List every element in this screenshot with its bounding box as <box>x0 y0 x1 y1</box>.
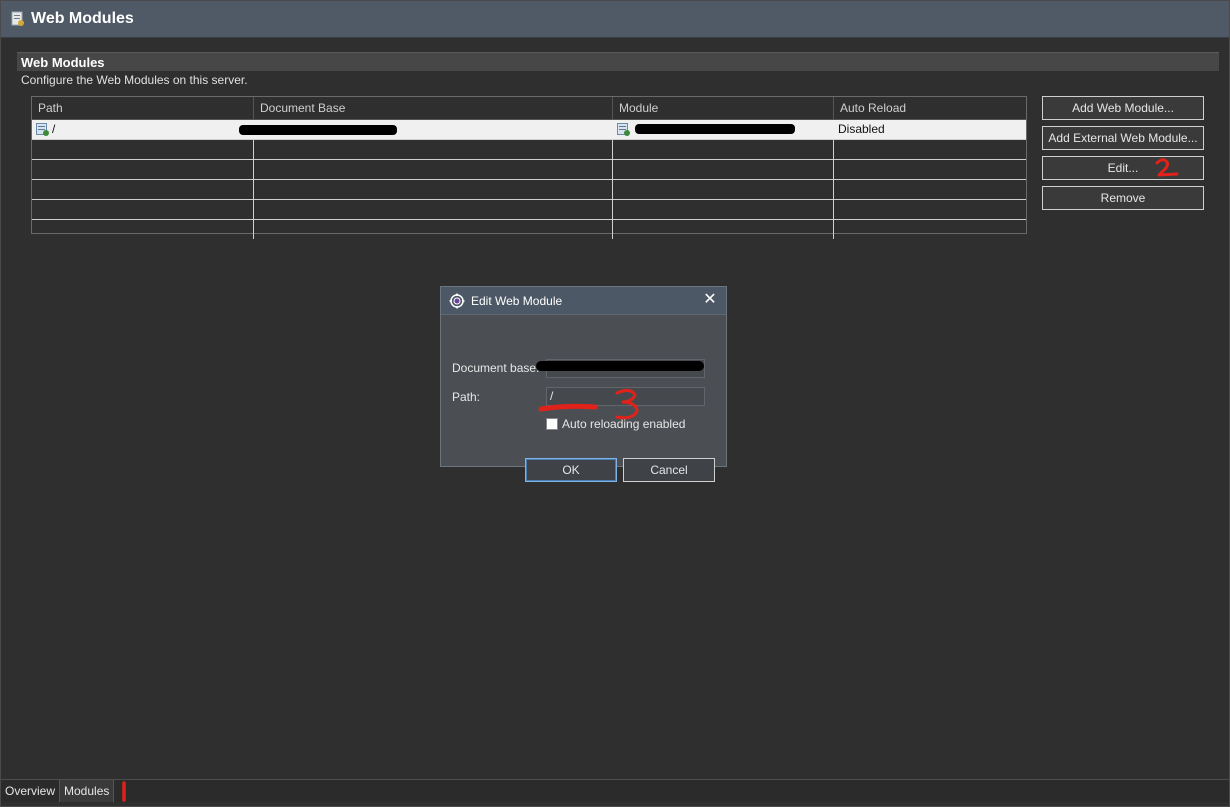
table-cell-empty <box>834 140 1026 159</box>
column-header-module[interactable]: Module <box>613 97 834 119</box>
table-header: Path Document Base Module Auto Reload <box>32 97 1026 120</box>
table-cell-empty <box>254 160 613 179</box>
table-cell-empty <box>834 160 1026 179</box>
table-cell-empty <box>613 140 834 159</box>
table-cell-empty <box>613 220 834 239</box>
column-header-document-base[interactable]: Document Base <box>254 97 613 119</box>
table-row[interactable]: / Disabled <box>32 120 1026 140</box>
module-actions: Add Web Module... Add External Web Modul… <box>1042 96 1204 216</box>
editor-header: Web Modules <box>1 1 1229 38</box>
table-cell-empty <box>613 160 834 179</box>
table-cell-empty <box>834 220 1026 239</box>
auto-reload-checkbox[interactable] <box>546 418 558 430</box>
table-cell-document-base <box>239 120 613 139</box>
redaction-mark <box>635 124 795 134</box>
row-path-text: / <box>52 122 56 136</box>
table-cell-empty <box>32 220 254 239</box>
auto-reload-row[interactable]: Auto reloading enabled <box>546 417 685 431</box>
table-cell-empty <box>254 200 613 219</box>
ok-button[interactable]: OK <box>525 458 617 482</box>
tab-overview[interactable]: Overview <box>1 780 61 802</box>
dialog-body: Document base: Path: / Auto reloading en… <box>441 315 726 482</box>
dialog-title: Edit Web Module <box>471 293 563 308</box>
table-cell-empty <box>32 160 254 179</box>
table-cell-empty <box>254 140 613 159</box>
table-row[interactable] <box>32 180 1026 200</box>
cancel-button[interactable]: Cancel <box>623 458 715 482</box>
table-cell-empty <box>254 180 613 199</box>
table-cell-empty <box>834 180 1026 199</box>
server-editor: Web Modules Web Modules Configure the We… <box>0 0 1230 807</box>
page-title: Web Modules <box>31 10 134 27</box>
path-field[interactable]: / <box>546 387 705 406</box>
table-cell-module <box>613 120 834 139</box>
table-cell-empty <box>32 180 254 199</box>
table-row[interactable] <box>32 160 1026 180</box>
table-cell-empty <box>32 200 254 219</box>
redaction-mark <box>239 125 397 135</box>
path-label: Path: <box>452 390 481 404</box>
table-cell-empty <box>834 200 1026 219</box>
column-header-path[interactable]: Path <box>32 97 254 119</box>
edit-web-module-dialog: Edit Web Module ✕ Document base: Path: /… <box>440 286 727 482</box>
web-modules-table[interactable]: Path Document Base Module Auto Reload / <box>31 96 1027 239</box>
edit-button[interactable]: Edit... <box>1042 156 1204 180</box>
table-row[interactable] <box>32 200 1026 220</box>
table-row[interactable] <box>32 140 1026 160</box>
add-external-web-module-button[interactable]: Add External Web Module... <box>1042 126 1204 150</box>
table-cell-empty <box>254 220 613 239</box>
module-icon <box>617 122 631 137</box>
close-icon[interactable]: ✕ <box>702 292 718 308</box>
web-modules-section: Web Modules Configure the Web Modules on… <box>17 52 1219 87</box>
section-description: Configure the Web Modules on this server… <box>21 73 248 87</box>
document-base-label: Document base: <box>452 361 540 375</box>
table-row[interactable] <box>32 220 1026 239</box>
tab-modules[interactable]: Modules <box>60 780 115 802</box>
auto-reload-label[interactable]: Auto reloading enabled <box>562 417 685 431</box>
editor-tab-bar: Overview Modules <box>1 779 1229 802</box>
module-icon <box>36 122 50 137</box>
table-cell-auto-reload: Disabled <box>838 122 885 136</box>
section-title: Web Modules <box>17 52 1219 71</box>
column-header-auto-reload[interactable]: Auto Reload <box>834 97 1026 119</box>
table-cell-empty <box>32 140 254 159</box>
gear-icon <box>449 293 465 308</box>
table-cell-empty <box>613 200 834 219</box>
dialog-title-bar: Edit Web Module ✕ <box>441 287 726 315</box>
table-cell-path: / <box>32 120 254 139</box>
remove-button[interactable]: Remove <box>1042 186 1204 210</box>
table-cell-empty <box>613 180 834 199</box>
redaction-mark <box>536 361 704 371</box>
add-web-module-button[interactable]: Add Web Module... <box>1042 96 1204 120</box>
web-modules-icon <box>11 11 25 27</box>
